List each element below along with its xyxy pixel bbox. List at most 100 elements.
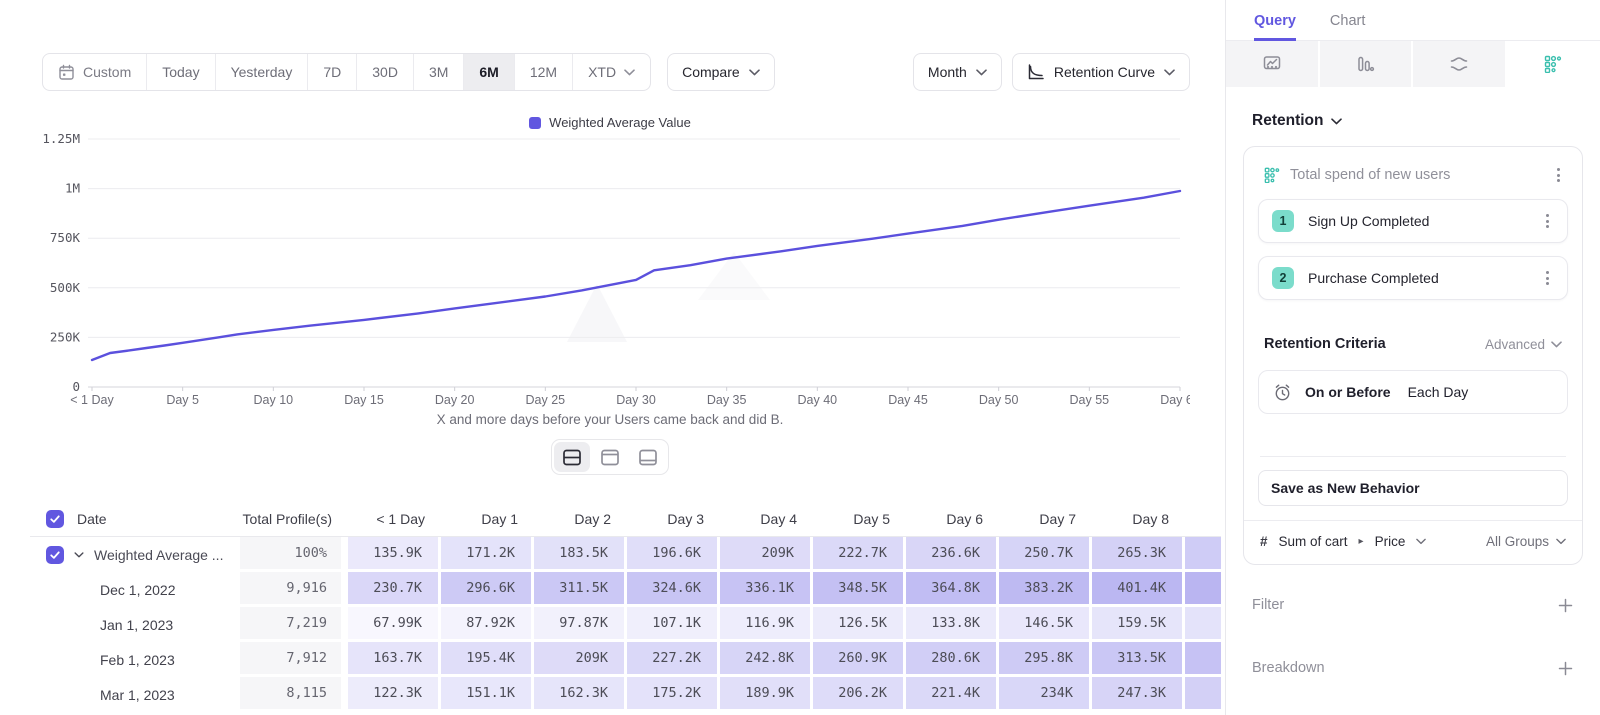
checkbox[interactable] <box>46 546 64 564</box>
date-range-group: Custom Today Yesterday7D30D3M6M 12M XTD <box>42 53 651 91</box>
date-range-yesterday[interactable]: Yesterday <box>215 54 308 90</box>
metric-dropdown[interactable]: # Sum of cart ▸ Price <box>1260 534 1426 549</box>
retention-section-label: Retention <box>1252 112 1323 130</box>
funnel-icon[interactable] <box>1320 41 1414 87</box>
date-range-30d[interactable]: 30D <box>356 54 413 90</box>
retention-value-cell: 336.1K <box>720 572 813 607</box>
svg-text:Day 35: Day 35 <box>707 393 747 407</box>
criteria-mode-dropdown[interactable]: Advanced <box>1485 337 1562 352</box>
total-profiles-cell: 7,912 <box>240 642 348 677</box>
retention-value-cell: 116.9K <box>720 607 813 642</box>
retention-value-cell: 135.9K <box>348 537 441 572</box>
add-breakdown-button[interactable] <box>1558 661 1573 676</box>
retention-value-cell: 151.1K <box>441 677 534 712</box>
checkbox[interactable] <box>46 510 64 528</box>
behavior-steps: 1 Sign Up Completed 2Purchase Completed <box>1258 199 1568 300</box>
chevron-down-icon <box>1556 538 1566 545</box>
card-divider <box>1260 456 1566 457</box>
tab-chart[interactable]: Chart <box>1330 13 1365 40</box>
kebab-menu-icon[interactable] <box>1540 210 1555 232</box>
query-panel: Query Chart Retention Total spend of new… <box>1225 0 1600 715</box>
flows-icon[interactable] <box>1413 41 1507 87</box>
retention-value-cell: 163.7K <box>348 642 441 677</box>
retention-value-cell: 247.3K <box>1092 677 1185 712</box>
retention-value-cell: 236.6K <box>906 537 999 572</box>
retention-icon[interactable] <box>1507 41 1600 87</box>
retention-value-cell: 234K <box>999 677 1092 712</box>
svg-text:Day 15: Day 15 <box>344 393 384 407</box>
date-range-label: Custom <box>83 64 131 80</box>
date-range-label: 12M <box>530 64 557 80</box>
total-profiles-cell: 9,916 <box>240 572 348 607</box>
insights-icon[interactable] <box>1226 41 1320 87</box>
kebab-menu-icon[interactable] <box>1551 164 1566 186</box>
retention-value-cell: 183.5K <box>534 537 627 572</box>
chevron-down-icon <box>749 69 760 76</box>
kebab-menu-icon[interactable] <box>1540 267 1555 289</box>
step-number-badge: 1 <box>1272 210 1294 232</box>
table-row: Jan 1, 20237,21967.99K87.92K97.87K107.1K… <box>30 607 1221 642</box>
retention-value-cell: 242.8K <box>720 642 813 677</box>
date-range-12m[interactable]: 12M <box>514 54 572 90</box>
date-range-3m[interactable]: 3M <box>413 54 463 90</box>
criteria-mode-label: Advanced <box>1485 337 1545 352</box>
tab-chart-label: Chart <box>1330 13 1365 29</box>
chevron-down-icon <box>1331 118 1342 125</box>
retention-value-cell: 159.5K <box>1092 607 1185 642</box>
date-range-xtd[interactable]: XTD <box>572 54 650 90</box>
retention-value-cell: 206.2K <box>813 677 906 712</box>
row-label-cell: Weighted Average ... <box>30 537 240 572</box>
retention-section-toggle[interactable]: Retention <box>1252 112 1583 130</box>
breakdown-label: Breakdown <box>1252 660 1325 676</box>
date-range-6m[interactable]: 6M <box>463 54 513 90</box>
svg-text:Day 25: Day 25 <box>526 393 566 407</box>
groups-dropdown[interactable]: All Groups <box>1486 534 1566 549</box>
filter-section: Filter <box>1243 597 1583 613</box>
layout-toggle-group <box>551 439 669 475</box>
chart-only-toggle[interactable] <box>592 442 628 472</box>
date-range-label: Today <box>162 64 199 80</box>
add-filter-button[interactable] <box>1558 598 1573 613</box>
property-arrow-icon: ▸ <box>1359 536 1364 547</box>
compare-button[interactable]: Compare <box>667 53 775 91</box>
table-row: Feb 1, 20237,912163.7K195.4K209K227.2K24… <box>30 642 1221 677</box>
row-label-cell: Feb 1, 2023 <box>30 642 240 677</box>
behavior-header[interactable]: Total spend of new users <box>1258 162 1568 186</box>
row-label: Weighted Average ... <box>94 547 223 563</box>
chart-type-button[interactable]: Retention Curve <box>1012 53 1190 91</box>
save-as-new-behavior-button[interactable]: Save as New Behavior <box>1258 470 1568 506</box>
chevron-down-icon <box>74 552 84 558</box>
step-event-label: Sign Up Completed <box>1308 213 1526 229</box>
table-only-toggle[interactable] <box>630 442 666 472</box>
chart-type-label: Retention Curve <box>1054 64 1155 80</box>
clipped-value-cell <box>1185 537 1221 572</box>
granularity-button[interactable]: Month <box>913 53 1002 91</box>
granularity-label: Month <box>928 64 967 80</box>
retention-value-cell: 227.2K <box>627 642 720 677</box>
chart-caption: X and more days before your Users came b… <box>30 412 1190 427</box>
clipped-value-cell <box>1185 642 1221 677</box>
retention-value-cell: 295.8K <box>999 642 1092 677</box>
date-range-today[interactable]: Today <box>146 54 214 90</box>
split-view-toggle[interactable] <box>554 442 590 472</box>
row-label: Mar 1, 2023 <box>100 687 175 703</box>
row-label: Dec 1, 2022 <box>100 582 176 598</box>
retention-criteria-row: Retention Criteria Advanced <box>1264 336 1562 352</box>
chart-only-icon <box>600 449 620 466</box>
behavior-step[interactable]: 1 Sign Up Completed <box>1258 199 1568 243</box>
metric-event-label: Sum of cart <box>1279 534 1348 549</box>
date-range-7d[interactable]: 7D <box>307 54 356 90</box>
svg-text:Day 60: Day 60 <box>1160 393 1190 407</box>
tab-query[interactable]: Query <box>1254 13 1296 41</box>
date-range-custom[interactable]: Custom <box>43 54 146 90</box>
compare-label: Compare <box>682 64 740 80</box>
svg-text:Day 10: Day 10 <box>254 393 294 407</box>
step-number-badge: 2 <box>1272 267 1294 289</box>
chevron-down-icon <box>1551 341 1562 348</box>
behavior-step[interactable]: 2Purchase Completed <box>1258 256 1568 300</box>
svg-text:500K: 500K <box>50 280 81 295</box>
criteria-timing-card[interactable]: On or Before Each Day <box>1258 370 1568 414</box>
plus-icon <box>1558 598 1573 613</box>
criteria-window-label: Each Day <box>1408 384 1469 400</box>
table-only-icon <box>638 449 658 466</box>
